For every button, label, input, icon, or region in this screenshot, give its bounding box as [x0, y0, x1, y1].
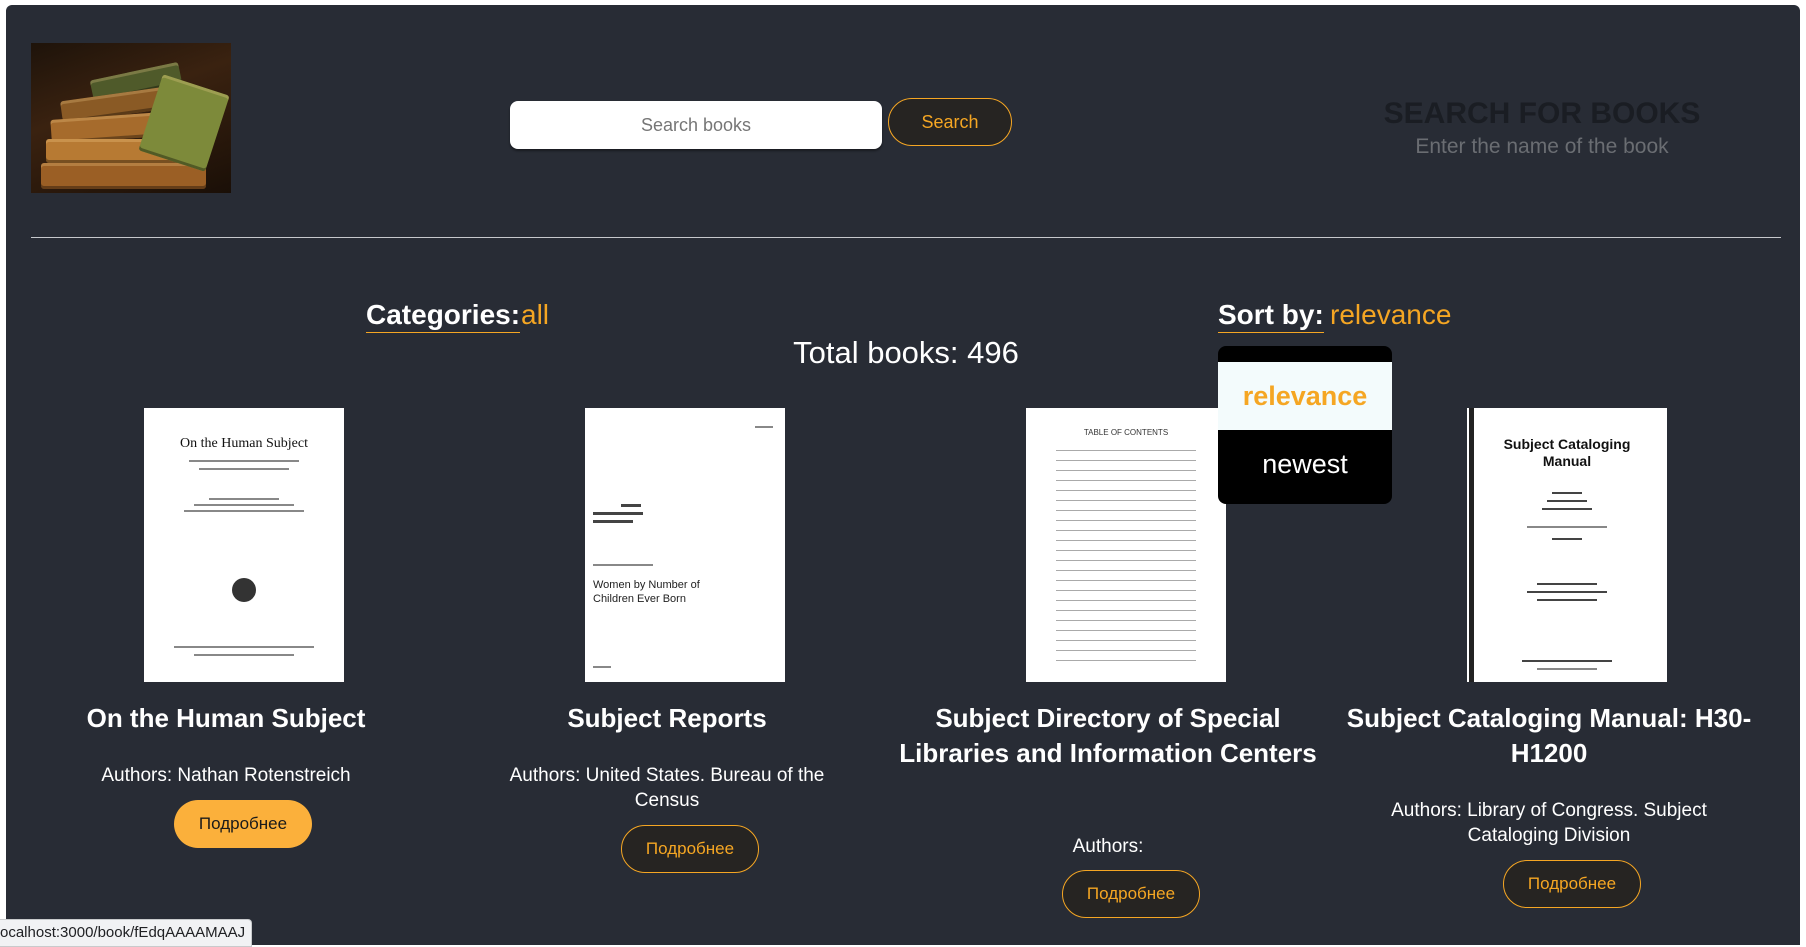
book-authors: Authors:: [1072, 836, 1144, 857]
browser-status-url: ocalhost:3000/book/fEdqAAAAMAAJ: [0, 919, 253, 947]
details-button[interactable]: Подробнее: [1062, 870, 1200, 918]
details-button[interactable]: Подробнее: [174, 800, 312, 848]
book-cover[interactable]: Subject Cataloging Manual: [1467, 408, 1667, 682]
cover-text: TABLE OF CONTENTS: [1083, 428, 1169, 437]
cover-text: Women by Number of Children Ever Born: [593, 579, 700, 605]
book-title[interactable]: Subject Reports: [447, 701, 887, 736]
book-cover[interactable]: TABLE OF CONTENTS: [1026, 408, 1226, 682]
cover-text: On the Human Subject: [180, 436, 308, 451]
search-button[interactable]: Search: [888, 98, 1012, 146]
sort-by-label: Sort by:: [1218, 298, 1324, 333]
sort-option-relevance[interactable]: relevance: [1218, 362, 1392, 430]
categories-label: Categories:: [366, 298, 521, 333]
book-cover[interactable]: On the Human Subject: [144, 408, 344, 682]
details-button[interactable]: Подробнее: [621, 825, 759, 873]
side-panel-subtitle: Enter the name of the book: [1415, 135, 1669, 158]
books-stack-logo: [31, 43, 231, 193]
book-title[interactable]: Subject Directory of Special Libraries a…: [888, 701, 1328, 771]
categories-selector[interactable]: all: [521, 298, 549, 332]
search-input[interactable]: [510, 101, 882, 149]
details-button[interactable]: Подробнее: [1503, 860, 1641, 908]
book-authors: Authors: Nathan Rotenstreich: [101, 765, 351, 786]
side-panel-title: SEARCH FOR BOOKS: [1383, 97, 1701, 130]
app-container: Search SEARCH FOR BOOKS Enter the name o…: [6, 5, 1800, 945]
total-books: Total books: 496: [793, 335, 1019, 370]
header-divider: [31, 237, 1781, 238]
sort-dropdown-menu: relevance newest: [1218, 346, 1392, 504]
book-title[interactable]: On the Human Subject: [6, 701, 446, 736]
book-authors: Authors: Library of Congress. Subject Ca…: [1391, 800, 1707, 846]
book-cover[interactable]: Women by Number of Children Ever Born: [585, 408, 785, 682]
book-title[interactable]: Subject Cataloging Manual: H30-H1200: [1329, 701, 1769, 771]
book-authors: Authors: United States. Bureau of the Ce…: [509, 765, 825, 811]
sort-option-newest[interactable]: newest: [1218, 430, 1392, 498]
sort-selector[interactable]: relevance: [1330, 298, 1451, 332]
cover-text: Subject Cataloging Manual: [1503, 436, 1631, 469]
